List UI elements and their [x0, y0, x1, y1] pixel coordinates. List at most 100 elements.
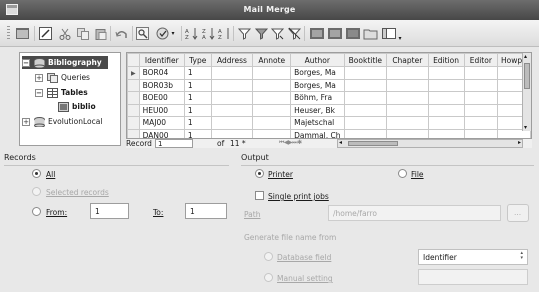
- table-row[interactable]: ▶ BOR04 1 Borges, Ma: [127, 66, 531, 80]
- table-cell[interactable]: MAJ00: [138, 116, 185, 130]
- expand-icon[interactable]: +: [35, 73, 43, 82]
- table-cell[interactable]: [252, 91, 292, 105]
- table-cell[interactable]: BOE00: [138, 91, 185, 105]
- scroll-left-icon[interactable]: ◂: [339, 139, 342, 146]
- single-print-jobs-label[interactable]: Single print jobs: [268, 192, 329, 201]
- all-radio[interactable]: [32, 169, 41, 178]
- table-cell[interactable]: BOR04: [138, 66, 185, 80]
- table-cell[interactable]: [386, 66, 429, 80]
- table-row[interactable]: HEU00 1 Heuser, Bk: [127, 103, 531, 117]
- advanced-filter-icon[interactable]: [270, 26, 285, 41]
- chevron-down-icon[interactable]: ▾: [169, 26, 177, 41]
- table-cell[interactable]: [343, 66, 388, 80]
- column-header[interactable]: Booktitle: [343, 53, 388, 67]
- table-cell[interactable]: Böhm, Fra: [290, 91, 345, 105]
- table-cell[interactable]: 1: [183, 116, 212, 130]
- table-row[interactable]: BOR03b 1 Borges, Ma: [127, 78, 531, 92]
- collapse-icon[interactable]: −: [35, 88, 43, 97]
- remove-filter-icon[interactable]: [287, 26, 302, 41]
- manual-setting-radio[interactable]: [264, 273, 273, 282]
- table-cell[interactable]: 1: [183, 66, 212, 80]
- table-cell[interactable]: [210, 103, 254, 117]
- table-cell[interactable]: Borges, Ma: [290, 78, 345, 92]
- table-cell[interactable]: [427, 66, 465, 80]
- table-cell[interactable]: BOR03b: [138, 78, 185, 92]
- manual-setting-label[interactable]: Manual setting: [277, 274, 333, 283]
- autofilter-icon[interactable]: [237, 26, 252, 41]
- undo-icon[interactable]: [114, 26, 129, 41]
- vertical-scrollbar[interactable]: ▴ ▾: [522, 53, 531, 131]
- collapse-icon[interactable]: −: [22, 58, 30, 67]
- table-cell[interactable]: 1: [183, 103, 212, 117]
- file-radio[interactable]: [398, 169, 407, 178]
- table-cell[interactable]: Majetschal: [290, 116, 345, 130]
- from-label[interactable]: From:: [46, 208, 67, 217]
- edit-icon[interactable]: [38, 26, 53, 41]
- table-cell[interactable]: [210, 78, 254, 92]
- table-cell[interactable]: [210, 66, 254, 80]
- table-cell[interactable]: 1: [183, 78, 212, 92]
- table-cell[interactable]: DAN00: [138, 128, 185, 138]
- expand-icon[interactable]: +: [22, 117, 30, 126]
- column-header[interactable]: Author: [290, 53, 345, 67]
- table-cell[interactable]: [343, 103, 388, 117]
- manual-setting-field[interactable]: [418, 269, 528, 285]
- chevron-down-icon[interactable]: ▾: [396, 31, 404, 46]
- row-header-corner[interactable]: [127, 53, 140, 67]
- spellcheck-icon[interactable]: [155, 26, 170, 41]
- column-header[interactable]: Type: [183, 53, 212, 67]
- copy-icon[interactable]: [75, 26, 90, 41]
- table-cell[interactable]: Borges, Ma: [290, 66, 345, 80]
- table-cell[interactable]: [210, 128, 254, 138]
- view-icon[interactable]: [15, 26, 30, 41]
- current-row-marker[interactable]: ▶: [127, 66, 140, 80]
- standard-filter-icon[interactable]: [254, 26, 269, 41]
- table-cell[interactable]: [252, 78, 292, 92]
- table-cell[interactable]: [427, 103, 465, 117]
- table-row[interactable]: BOE00 1 Böhm, Fra: [127, 91, 531, 105]
- row-header[interactable]: [127, 78, 140, 92]
- column-header[interactable]: Chapter: [386, 53, 429, 67]
- tree-item-evolutionlocal[interactable]: + EvolutionLocal: [22, 115, 102, 128]
- table-cell[interactable]: 1: [183, 128, 212, 138]
- toolbar-grip[interactable]: [7, 26, 10, 41]
- table-cell[interactable]: [463, 128, 499, 138]
- table-cell[interactable]: HEU00: [138, 103, 185, 117]
- file-label[interactable]: File: [411, 170, 424, 179]
- explorer-icon[interactable]: [381, 26, 396, 41]
- table-row[interactable]: MAJ00 1 Majetschal: [127, 116, 531, 130]
- new-record-icon[interactable]: ✱: [297, 139, 302, 146]
- tree-item-tables[interactable]: − Tables: [35, 86, 88, 99]
- tree-item-queries[interactable]: + Queries: [35, 71, 90, 84]
- selected-records-radio[interactable]: [32, 187, 41, 196]
- horizontal-scrollbar[interactable]: ◂ ▸: [337, 139, 523, 148]
- table-cell[interactable]: [463, 66, 499, 80]
- sort-icon[interactable]: AZ: [217, 26, 232, 41]
- from-radio[interactable]: [32, 207, 41, 216]
- table-cell[interactable]: [386, 78, 429, 92]
- scroll-right-icon[interactable]: ▸: [518, 139, 521, 146]
- table-cell[interactable]: [386, 128, 429, 138]
- single-print-jobs-checkbox[interactable]: [255, 191, 264, 200]
- table-cell[interactable]: 1: [183, 91, 212, 105]
- table-cell[interactable]: [252, 128, 292, 138]
- table-row[interactable]: DAN00 1 Dammal, Ch: [127, 128, 531, 138]
- table-cell[interactable]: [427, 116, 465, 130]
- data-to-fields-icon[interactable]: [327, 26, 342, 41]
- table-cell[interactable]: [427, 128, 465, 138]
- column-header[interactable]: Identifier: [138, 53, 185, 67]
- column-header[interactable]: Address: [210, 53, 254, 67]
- column-header[interactable]: Annote: [252, 53, 292, 67]
- column-header[interactable]: Edition: [427, 53, 465, 67]
- table-cell[interactable]: [386, 116, 429, 130]
- printer-label[interactable]: Printer: [268, 170, 293, 179]
- data-source-icon[interactable]: [363, 26, 378, 41]
- record-nav-buttons[interactable]: ⏮◀▶⏭✱: [279, 139, 302, 147]
- find-icon[interactable]: [135, 26, 150, 41]
- selected-records-label[interactable]: Selected records: [46, 188, 109, 197]
- table-cell[interactable]: [343, 91, 388, 105]
- table-cell[interactable]: [386, 91, 429, 105]
- data-to-text-icon[interactable]: [309, 26, 324, 41]
- path-field[interactable]: /home/farro: [328, 205, 501, 221]
- tree-item-bibliography[interactable]: − Bibliography: [22, 56, 108, 69]
